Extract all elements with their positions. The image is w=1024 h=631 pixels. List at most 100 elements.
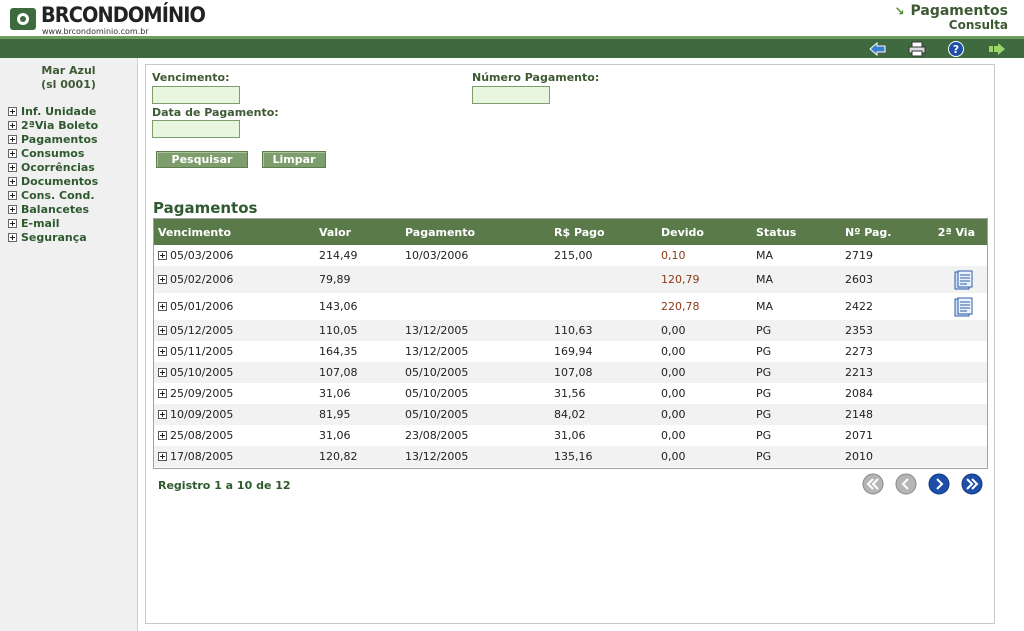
cell-devido: 220,78 (661, 300, 700, 313)
sidebar-item-consumos[interactable]: Consumos (8, 146, 137, 160)
first-page-icon[interactable] (862, 473, 884, 495)
cell-segunda-via (923, 293, 987, 320)
table-row[interactable]: 05/12/2005 110,05 13/12/2005 110,63 0,00 PG 23… (154, 320, 987, 341)
expand-row-icon[interactable] (158, 251, 167, 260)
sidebar-item-seguranca[interactable]: Segurança (8, 230, 137, 244)
sidebar-item-email[interactable]: E-mail (8, 216, 137, 230)
cell-pagamento (401, 266, 550, 293)
table-row[interactable]: 05/11/2005 164,35 13/12/2005 169,94 0,00 PG 22… (154, 341, 987, 362)
cell-valor: 120,82 (319, 450, 358, 463)
table-row[interactable]: 05/01/2006 143,06 220,78 MA 2422 (154, 293, 987, 320)
cell-segunda-via (923, 245, 987, 266)
col-vencimento[interactable]: Vencimento (154, 219, 315, 245)
cell-valor: 164,35 (319, 345, 358, 358)
sidebar-item-balancetes[interactable]: Balancetes (8, 202, 137, 216)
cell-vencimento: 05/02/2006 (154, 266, 315, 293)
sidebar-item-inf-unidade[interactable]: Inf. Unidade (8, 104, 137, 118)
numero-pagamento-input[interactable] (472, 86, 550, 104)
expand-icon (8, 120, 17, 130)
expand-row-icon[interactable] (158, 275, 167, 284)
expand-row-icon[interactable] (158, 431, 167, 440)
sidebar-item-label: Pagamentos (21, 132, 98, 146)
cell-rs-pago: 215,00 (554, 249, 593, 262)
table-row[interactable]: 05/10/2005 107,08 05/10/2005 107,08 0,00 PG 22… (154, 362, 987, 383)
cell-text: 05/10/2005 (170, 366, 234, 379)
cell-rs-pago (550, 293, 657, 320)
cell-rs-pago: 31,56 (554, 387, 586, 400)
cell-segunda-via (923, 446, 987, 467)
exit-icon[interactable] (988, 41, 1006, 57)
expand-row-icon[interactable] (158, 410, 167, 419)
cell-devido: 0,00 (661, 450, 686, 463)
cell-rs-pago: 135,16 (554, 450, 593, 463)
cell-numero-pag: 2148 (845, 408, 873, 421)
data-pagamento-input[interactable] (152, 120, 240, 138)
prev-page-icon[interactable] (895, 473, 917, 495)
table-row[interactable]: 05/03/2006 214,49 10/03/2006 215,00 0,10 MA 27… (154, 245, 987, 266)
cell-vencimento: 17/08/2005 (154, 446, 315, 467)
cell-rs-pago: 107,08 (554, 366, 593, 379)
next-page-icon[interactable] (928, 473, 950, 495)
cell-text: 10/09/2005 (170, 408, 234, 421)
cell-status: MA (756, 273, 774, 286)
vencimento-input[interactable] (152, 86, 240, 104)
cell-text: 05/03/2006 (170, 249, 234, 262)
expand-row-icon[interactable] (158, 389, 167, 398)
expand-icon (8, 218, 17, 228)
col-valor[interactable]: Valor (315, 219, 401, 245)
expand-row-icon[interactable] (158, 326, 167, 335)
cell-pagamento (401, 293, 550, 320)
col-segunda-via[interactable]: 2ª Via (923, 219, 987, 245)
expand-icon (8, 148, 17, 158)
logo-url: www.brcondominio.com.br (42, 27, 149, 36)
numero-pagamento-label: Número Pagamento: (472, 71, 600, 84)
cell-valor: 31,06 (319, 387, 351, 400)
last-page-icon[interactable] (961, 473, 983, 495)
expand-row-icon[interactable] (158, 452, 167, 461)
col-status[interactable]: Status (752, 219, 841, 245)
sidebar-item-documentos[interactable]: Documentos (8, 174, 137, 188)
col-rs-pago[interactable]: R$ Pago (550, 219, 657, 245)
sidebar-item-label: Inf. Unidade (21, 104, 97, 118)
expand-row-icon[interactable] (158, 302, 167, 311)
table-row[interactable]: 25/09/2005 31,06 05/10/2005 31,56 0,00 PG 2084 (154, 383, 987, 404)
col-pagamento[interactable]: Pagamento (401, 219, 550, 245)
cell-segunda-via (923, 362, 987, 383)
expand-icon (8, 232, 17, 242)
document-icon[interactable] (953, 297, 973, 317)
clear-button[interactable]: Limpar (262, 151, 326, 168)
sidebar-item-cons-cond[interactable]: Cons. Cond. (8, 188, 137, 202)
cell-text: 05/11/2005 (170, 345, 234, 358)
expand-row-icon[interactable] (158, 347, 167, 356)
sidebar-item-pagamentos[interactable]: Pagamentos (8, 132, 137, 146)
cell-numero-pag: 2273 (845, 345, 873, 358)
cell-status: MA (756, 249, 774, 262)
cell-valor: 107,08 (319, 366, 358, 379)
print-icon[interactable] (908, 41, 926, 57)
sidebar-item-ocorrencias[interactable]: Ocorrências (8, 160, 137, 174)
table-row[interactable]: 17/08/2005 120,82 13/12/2005 135,16 0,00 PG 20… (154, 446, 987, 467)
cell-segunda-via (923, 425, 987, 446)
search-button[interactable]: Pesquisar (156, 151, 248, 168)
document-icon[interactable] (953, 270, 973, 290)
cell-segunda-via (923, 266, 987, 293)
expand-row-icon[interactable] (158, 368, 167, 377)
table-row[interactable]: 05/02/2006 79,89 120,79 MA 2603 (154, 266, 987, 293)
unit-code: (sl 0001) (41, 78, 96, 91)
cell-numero-pag: 2353 (845, 324, 873, 337)
help-icon[interactable]: ? (947, 41, 965, 57)
sidebar-item-label: Cons. Cond. (21, 188, 95, 202)
table-row[interactable]: 10/09/2005 81,95 05/10/2005 84,02 0,00 PG 2148 (154, 404, 987, 425)
cell-numero-pag: 2603 (845, 273, 873, 286)
back-icon[interactable] (869, 41, 887, 57)
data-pagamento-label: Data de Pagamento: (152, 106, 279, 119)
cell-pagamento: 13/12/2005 (405, 450, 469, 463)
sidebar-item-2via-boleto[interactable]: 2ªVia Boleto (8, 118, 137, 132)
table-row[interactable]: 25/08/2005 31,06 23/08/2005 31,06 0,00 PG 2071 (154, 425, 987, 446)
cell-pagamento: 05/10/2005 (405, 366, 469, 379)
col-devido[interactable]: Devido (657, 219, 752, 245)
col-numero-pag[interactable]: Nº Pag. (841, 219, 923, 245)
sidebar-item-label: Segurança (21, 230, 87, 244)
cell-pagamento: 10/03/2006 (405, 249, 469, 262)
cell-text: 05/01/2006 (170, 300, 234, 313)
